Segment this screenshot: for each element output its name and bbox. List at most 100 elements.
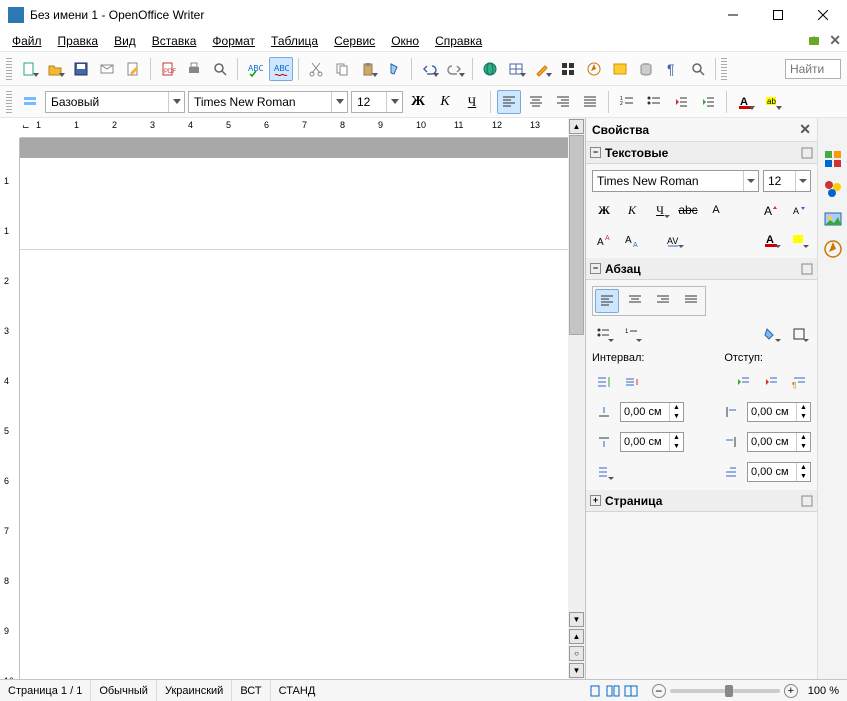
email-button[interactable] bbox=[95, 57, 119, 81]
find-button[interactable] bbox=[556, 57, 580, 81]
scroll-down-button[interactable]: ▼ bbox=[569, 612, 584, 627]
menu-format[interactable]: Формат bbox=[206, 32, 261, 50]
menu-help[interactable]: Справка bbox=[429, 32, 488, 50]
datasource-button[interactable] bbox=[634, 57, 658, 81]
styles-button[interactable] bbox=[18, 90, 42, 114]
prev-page-button[interactable]: ▲ bbox=[569, 629, 584, 644]
view-book-icon[interactable] bbox=[624, 684, 638, 698]
panel-text-header[interactable]: − Текстовые bbox=[586, 142, 817, 164]
align-center-button[interactable] bbox=[524, 90, 548, 114]
more-options-icon[interactable] bbox=[801, 495, 813, 507]
para-numbering[interactable]: 1 bbox=[620, 322, 644, 346]
vertical-scrollbar[interactable]: ▲ ▼ ▲ ○ ▼ bbox=[568, 118, 585, 679]
nav-circle-button[interactable]: ○ bbox=[569, 646, 584, 661]
zoom-in-icon[interactable]: + bbox=[784, 684, 798, 698]
spacing-above-spinner[interactable]: ▲▼ bbox=[620, 402, 684, 422]
sidebar-spacing-button[interactable]: AV bbox=[662, 228, 686, 252]
para-align-justify[interactable] bbox=[679, 289, 703, 313]
new-button[interactable] bbox=[17, 57, 41, 81]
print-button[interactable] bbox=[182, 57, 206, 81]
update-icon[interactable] bbox=[805, 32, 823, 50]
sidebar-bold-button[interactable]: Ж bbox=[592, 198, 616, 222]
next-page-button[interactable]: ▼ bbox=[569, 663, 584, 678]
sidebar-strike-button[interactable]: abc bbox=[676, 198, 700, 222]
para-align-left[interactable] bbox=[595, 289, 619, 313]
para-bgcolor[interactable] bbox=[759, 322, 783, 346]
status-lang[interactable]: Украинский bbox=[157, 680, 232, 701]
underline-button[interactable]: Ч bbox=[460, 90, 484, 114]
zoom-slider[interactable] bbox=[670, 689, 780, 693]
format-paint-button[interactable] bbox=[382, 57, 406, 81]
sidebar-highlight-button[interactable] bbox=[787, 228, 811, 252]
status-style[interactable]: Обычный bbox=[91, 680, 157, 701]
menu-tools[interactable]: Сервис bbox=[328, 32, 381, 50]
close-doc-icon[interactable]: ✕ bbox=[829, 32, 841, 49]
highlight-button[interactable]: ab bbox=[760, 90, 784, 114]
formatbar-grip[interactable] bbox=[6, 91, 12, 113]
navigator-button[interactable] bbox=[582, 57, 606, 81]
spacing-dec-icon[interactable] bbox=[620, 370, 644, 394]
edit-doc-button[interactable] bbox=[121, 57, 145, 81]
scroll-up-button[interactable]: ▲ bbox=[569, 119, 584, 134]
sidebar-grow-button[interactable]: A bbox=[759, 198, 783, 222]
close-window-button[interactable] bbox=[800, 1, 845, 29]
menu-view[interactable]: Вид bbox=[108, 32, 142, 50]
indent-inc-button[interactable] bbox=[696, 90, 720, 114]
zoom-out-icon[interactable]: − bbox=[652, 684, 666, 698]
export-pdf-button[interactable]: PDF bbox=[156, 57, 180, 81]
gallery-button[interactable] bbox=[608, 57, 632, 81]
more-options-icon[interactable] bbox=[801, 147, 813, 159]
para-border[interactable] bbox=[787, 322, 811, 346]
view-single-icon[interactable] bbox=[588, 684, 602, 698]
italic-button[interactable]: К bbox=[433, 90, 457, 114]
autospell-button[interactable]: ABC bbox=[269, 57, 293, 81]
indent-inc-icon[interactable] bbox=[731, 370, 755, 394]
indent-left-spinner[interactable]: ▲▼ bbox=[747, 402, 811, 422]
para-bullets[interactable] bbox=[592, 322, 616, 346]
styles-rail-icon[interactable] bbox=[822, 178, 844, 200]
numbering-button[interactable]: 12 bbox=[615, 90, 639, 114]
panel-page-header[interactable]: + Страница bbox=[586, 490, 817, 512]
undo-button[interactable] bbox=[417, 57, 441, 81]
open-button[interactable] bbox=[43, 57, 67, 81]
sidebar-font-combo[interactable]: Times New Roman bbox=[592, 170, 759, 192]
vertical-ruler[interactable]: 112345678910 bbox=[0, 138, 20, 679]
document-canvas[interactable] bbox=[20, 138, 568, 679]
maximize-button[interactable] bbox=[755, 1, 800, 29]
properties-rail-icon[interactable] bbox=[822, 148, 844, 170]
menu-window[interactable]: Окно bbox=[385, 32, 425, 50]
spacing-below-spinner[interactable]: ▲▼ bbox=[620, 432, 684, 452]
style-combo[interactable]: Базовый bbox=[45, 91, 185, 113]
nonprint-button[interactable]: ¶ bbox=[660, 57, 684, 81]
hanging-indent-icon[interactable]: ¶ bbox=[787, 370, 811, 394]
zoom-button[interactable] bbox=[686, 57, 710, 81]
gallery-rail-icon[interactable] bbox=[822, 208, 844, 230]
align-right-button[interactable] bbox=[551, 90, 575, 114]
toolbar-grip-2[interactable] bbox=[721, 58, 727, 80]
preview-button[interactable] bbox=[208, 57, 232, 81]
indent-first-spinner[interactable]: ▲▼ bbox=[747, 462, 811, 482]
menu-insert[interactable]: Вставка bbox=[146, 32, 203, 50]
sidebar-shrink-button[interactable]: A bbox=[787, 198, 811, 222]
menu-table[interactable]: Таблица bbox=[265, 32, 324, 50]
collapse-icon[interactable]: − bbox=[590, 147, 601, 158]
status-sel[interactable]: СТАНД bbox=[271, 680, 324, 701]
save-button[interactable] bbox=[69, 57, 93, 81]
sidebar-italic-button[interactable]: К bbox=[620, 198, 644, 222]
sidebar-size-combo[interactable]: 12 bbox=[763, 170, 811, 192]
sidebar-sub-button[interactable]: AA bbox=[620, 228, 644, 252]
draw-button[interactable] bbox=[530, 57, 554, 81]
sidebar-shadow-button[interactable]: A bbox=[704, 198, 728, 222]
font-color-button[interactable]: A bbox=[733, 90, 757, 114]
paste-button[interactable] bbox=[356, 57, 380, 81]
para-align-right[interactable] bbox=[651, 289, 675, 313]
sidebar-super-button[interactable]: AA bbox=[592, 228, 616, 252]
menu-file[interactable]: Файл bbox=[6, 32, 48, 50]
expand-icon[interactable]: + bbox=[590, 495, 601, 506]
sidebar-close-icon[interactable]: ✕ bbox=[799, 121, 811, 138]
zoom-value[interactable]: 100 % bbox=[808, 685, 839, 697]
align-left-button[interactable] bbox=[497, 90, 521, 114]
sidebar-fontcolor-button[interactable]: A bbox=[759, 228, 783, 252]
spacing-inc-icon[interactable] bbox=[592, 370, 616, 394]
table-button[interactable] bbox=[504, 57, 528, 81]
